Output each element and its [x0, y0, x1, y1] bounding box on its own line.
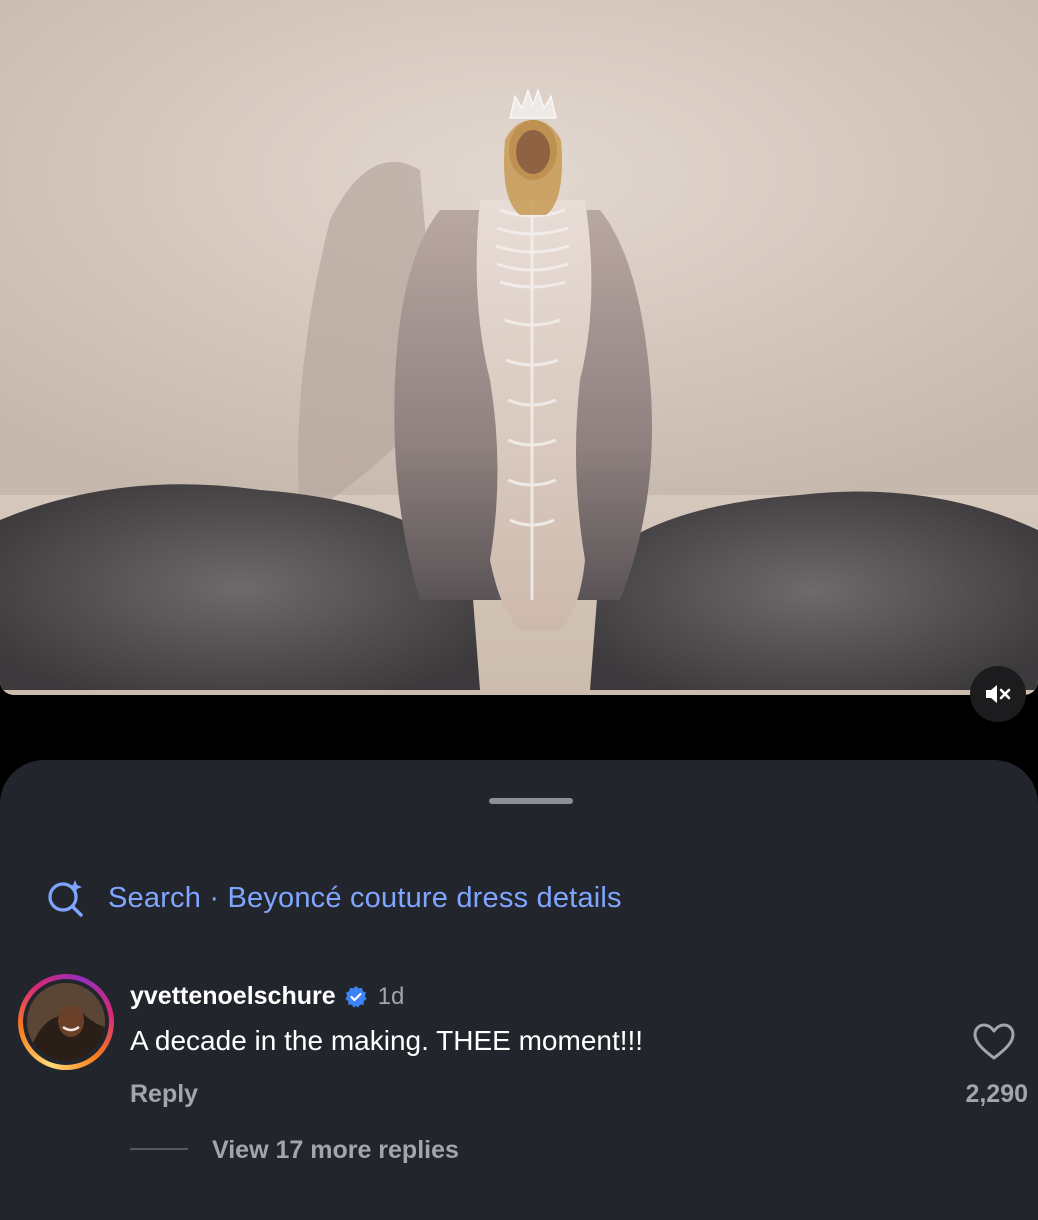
- avatar-photo: [27, 983, 105, 1061]
- sheet-drag-handle[interactable]: [489, 798, 573, 804]
- speaker-muted-icon: [986, 685, 1011, 703]
- avatar[interactable]: [18, 974, 114, 1070]
- search-suggestion[interactable]: Search · Beyoncé couture dress details: [44, 876, 622, 920]
- comment-timestamp: 1d: [377, 982, 405, 1010]
- replies-divider: [130, 1148, 188, 1150]
- comment-text: A decade in the making. THEE moment!!!: [130, 1025, 644, 1056]
- heart-icon[interactable]: [972, 1022, 1016, 1062]
- sparkle-search-icon: [48, 880, 83, 917]
- comment-username[interactable]: yvettenoelschure: [130, 982, 336, 1011]
- post-photo[interactable]: [0, 0, 1038, 695]
- like-count: 2,290: [965, 1080, 1028, 1108]
- search-suggestion-label: Search · Beyoncé couture dress details: [108, 881, 622, 914]
- mute-button[interactable]: [970, 666, 1026, 722]
- view-more-replies-button[interactable]: View 17 more replies: [212, 1136, 459, 1165]
- comment: yvettenoelschure 1d A decade in the maki…: [130, 982, 1038, 1057]
- verified-badge-icon: [345, 985, 367, 1008]
- comments-sheet: Search · Beyoncé couture dress details y…: [0, 760, 1038, 1220]
- feather-gown-photo: [0, 0, 1038, 695]
- reply-button[interactable]: Reply: [130, 1080, 198, 1109]
